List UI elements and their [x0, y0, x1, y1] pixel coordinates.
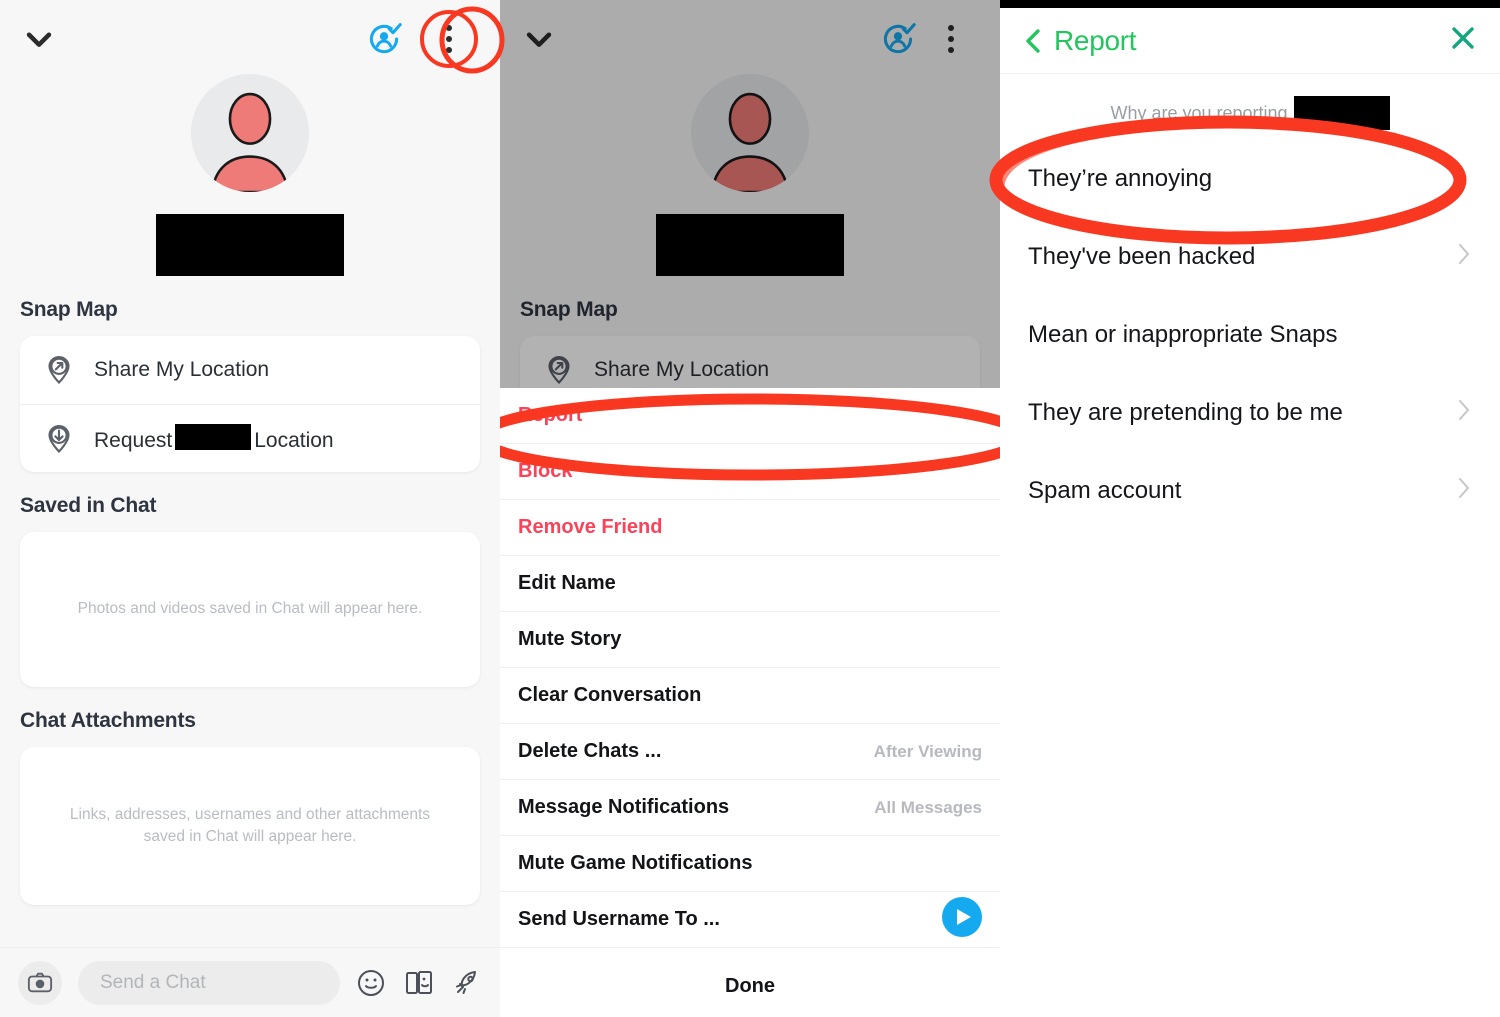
menu-item-report[interactable]: Report — [500, 388, 1000, 444]
report-option-spam-account[interactable]: Spam account — [1000, 452, 1500, 530]
send-a-chat-input[interactable]: Send a Chat — [78, 960, 340, 1005]
report-option-label: Spam account — [1028, 477, 1182, 504]
location-share-pin-icon — [42, 353, 76, 387]
menu-item-edit-name[interactable]: Edit Name — [500, 556, 1000, 612]
friend-added-icon[interactable] — [366, 21, 402, 57]
screenshot-root: Snap Map Share My Location Request Locat… — [0, 0, 1500, 1017]
menu-item-delete-chats[interactable]: Delete Chats ... After Viewing — [500, 724, 1000, 780]
request-location-row[interactable]: Request Location — [20, 404, 480, 472]
more-options-highlight-circle — [420, 10, 478, 68]
request-location-name-redaction — [175, 424, 252, 450]
avatar — [691, 74, 809, 192]
menu-item-delete-chats-value: After Viewing — [873, 741, 982, 761]
profile-body: Snap Map Share My Location Request Locat… — [0, 276, 500, 947]
action-menu-panel: Snap Map Share My Location Report Block … — [500, 0, 1000, 1017]
report-option-label: Mean or inappropriate Snaps — [1028, 321, 1338, 348]
menu-item-edit-name-label: Edit Name — [518, 572, 616, 594]
report-header: Report — [1000, 8, 1500, 74]
share-my-location-label: Share My Location — [594, 358, 770, 381]
chat-attachments-empty-text: Links, addresses, usernames and other at… — [69, 805, 431, 845]
kebab-menu-icon[interactable] — [432, 22, 466, 56]
rocket-icon[interactable] — [452, 968, 482, 998]
camera-icon[interactable] — [18, 960, 62, 1005]
request-location-suffix: Location — [254, 429, 334, 452]
back-button[interactable]: Report — [1022, 24, 1137, 57]
chat-composer-bar: Send a Chat — [0, 947, 500, 1017]
menu-item-remove-friend[interactable]: Remove Friend — [500, 500, 1000, 556]
menu-item-remove-friend-label: Remove Friend — [518, 516, 663, 538]
send-a-chat-placeholder: Send a Chat — [100, 971, 206, 993]
done-button-label: Done — [725, 974, 775, 997]
done-button[interactable]: Done — [500, 955, 1000, 1017]
chevron-down-icon[interactable] — [522, 22, 556, 56]
snap-map-title: Snap Map — [520, 298, 618, 321]
report-question-name-redaction — [1293, 96, 1390, 130]
profile-identity — [0, 74, 500, 276]
kebab-menu-icon[interactable] — [934, 22, 968, 56]
report-question: Why are you reporting — [1000, 74, 1500, 140]
menu-item-clear-conversation[interactable]: Clear Conversation — [500, 668, 1000, 724]
status-bar-strip — [1000, 0, 1500, 8]
menu-item-send-username-to[interactable]: Send Username To ... — [500, 892, 1000, 948]
menu-item-report-label: Report — [518, 404, 583, 426]
chevron-right-icon — [1456, 397, 1472, 430]
menu-item-send-username-to-label: Send Username To ... — [518, 908, 720, 930]
profile-topbar-actions — [366, 10, 478, 68]
menu-item-block[interactable]: Block — [500, 444, 1000, 500]
back-chevron-icon — [1026, 28, 1040, 53]
display-name-redaction — [656, 214, 844, 276]
location-request-pin-icon — [42, 422, 76, 456]
menu-item-mute-game-notifications-label: Mute Game Notifications — [518, 852, 753, 874]
report-title: Report — [1054, 24, 1137, 56]
chat-attachments-empty: Links, addresses, usernames and other at… — [20, 747, 480, 905]
menu-item-message-notifications[interactable]: Message Notifications All Messages — [500, 780, 1000, 836]
profile-topbar — [0, 0, 500, 78]
report-question-text: Why are you reporting — [1110, 102, 1288, 123]
display-name-redaction — [156, 214, 344, 276]
location-share-pin-icon — [542, 353, 576, 387]
friend-action-menu: Report Block Remove Friend Edit Name Mut… — [500, 388, 1000, 1017]
menu-item-clear-conversation-label: Clear Conversation — [518, 684, 702, 706]
menu-item-mute-story-label: Mute Story — [518, 628, 622, 650]
send-arrow-icon[interactable] — [942, 896, 982, 943]
report-option-label: They are pretending to be me — [1028, 399, 1343, 426]
friend-added-icon[interactable] — [880, 21, 916, 57]
menu-item-message-notifications-label: Message Notifications — [518, 796, 730, 818]
share-my-location-label: Share My Location — [94, 358, 270, 381]
request-location-label: Request Location — [94, 424, 334, 453]
saved-in-chat-title: Saved in Chat — [20, 494, 157, 517]
menu-item-mute-story[interactable]: Mute Story — [500, 612, 1000, 668]
menu-item-message-notifications-value: All Messages — [874, 797, 982, 817]
composer-actions — [356, 968, 482, 998]
saved-in-chat-empty-text: Photos and videos saved in Chat will app… — [77, 600, 423, 618]
report-panel: Report Why are you reporting They’re ann… — [989, 0, 1500, 1017]
sticker-smiley-icon[interactable] — [356, 968, 386, 998]
close-icon — [1452, 27, 1474, 49]
report-option-theyre-annoying[interactable]: They’re annoying — [1000, 140, 1500, 218]
report-options-list: They’re annoying They've been hacked Mea… — [1000, 140, 1500, 530]
chat-attachments-title: Chat Attachments — [20, 709, 196, 732]
profile-panel: Snap Map Share My Location Request Locat… — [0, 0, 505, 1017]
chevron-down-icon[interactable] — [22, 22, 56, 56]
chevron-right-icon — [1456, 475, 1472, 508]
report-option-mean-or-inappropriate-snaps[interactable]: Mean or inappropriate Snaps — [1000, 296, 1500, 374]
snap-map-card: Share My Location Request Location — [20, 336, 480, 472]
request-location-prefix: Request — [94, 429, 173, 452]
share-my-location-row[interactable]: Share My Location — [20, 336, 480, 404]
close-button[interactable] — [1448, 23, 1478, 58]
avatar[interactable] — [191, 74, 309, 192]
menu-item-mute-game-notifications[interactable]: Mute Game Notifications — [500, 836, 1000, 892]
snap-map-title: Snap Map — [20, 298, 118, 321]
report-option-theyve-been-hacked[interactable]: They've been hacked — [1000, 218, 1500, 296]
menu-item-delete-chats-label: Delete Chats ... — [518, 740, 662, 762]
menu-item-block-label: Block — [518, 460, 573, 482]
saved-in-chat-empty: Photos and videos saved in Chat will app… — [20, 532, 480, 687]
report-option-pretending-to-be-me[interactable]: They are pretending to be me — [1000, 374, 1500, 452]
ghost-profile-header: Snap Map Share My Location — [500, 0, 1000, 404]
report-option-label: They've been hacked — [1028, 243, 1256, 270]
cards-sticker-icon[interactable] — [404, 968, 434, 998]
report-option-label: They’re annoying — [1028, 165, 1213, 192]
chevron-right-icon — [1456, 241, 1472, 274]
